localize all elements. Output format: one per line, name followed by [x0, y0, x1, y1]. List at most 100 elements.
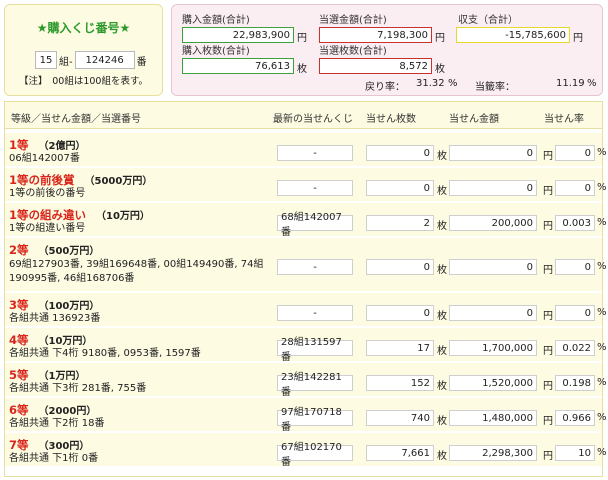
rate-unit: %: [597, 447, 607, 458]
prize-name: 1等の組み違い: [9, 208, 87, 222]
amount-cell: 0: [449, 145, 537, 161]
return-rate-label: 戻り率：: [365, 82, 405, 93]
win-rate-value: 11.19: [556, 78, 585, 89]
winning-numbers: 1等の前後の番号: [9, 188, 86, 199]
purchase-amount-label: 購入金額(合計): [182, 15, 250, 26]
rate-cell: 0.198: [555, 375, 595, 391]
table-row: 6等 （2000円） 各組共通 下2桁 18番 97組170718番 740 枚 …: [5, 398, 607, 433]
amount-unit: 円: [543, 451, 553, 462]
purchase-amount-unit: 円: [297, 33, 307, 44]
amount-cell: 0: [449, 180, 537, 196]
header-rate: 当せん率: [544, 114, 584, 125]
count-unit: 枚: [437, 265, 447, 276]
latest-cell: 67組102170番: [277, 442, 353, 468]
count-cell: 0: [366, 259, 434, 275]
rate-cell: 0.966: [555, 410, 595, 426]
prize-title: 5等 （1万円）: [9, 367, 85, 383]
count-cell: 17: [366, 340, 434, 356]
count-cell: 0: [366, 305, 434, 321]
count-unit: 枚: [437, 346, 447, 357]
winning-numbers: 各組共通 136923番: [9, 313, 101, 324]
prize-amount: （10万円）: [38, 336, 93, 347]
amount-unit: 円: [543, 186, 553, 197]
table-row: 5等 （1万円） 各組共通 下3桁 281番, 755番 23組142281番 1…: [5, 363, 607, 398]
prize-title: 2等 （500万円）: [9, 242, 99, 258]
ticket-number-input[interactable]: 124246: [74, 51, 135, 69]
prize-amount: （100万円）: [38, 301, 100, 312]
prize-name: 5等: [9, 368, 29, 382]
purchase-amount-field: 22,983,900: [182, 27, 294, 43]
purchase-count-unit: 枚: [297, 64, 307, 75]
balance-field: -15,785,600: [456, 27, 570, 43]
win-amount-unit: 円: [435, 33, 445, 44]
prize-title: 7等 （300円）: [9, 437, 89, 453]
prize-name: 3等: [9, 298, 29, 312]
latest-cell: 28組131597番: [277, 337, 353, 363]
prize-name: 2等: [9, 243, 29, 257]
amount-cell: 0: [449, 259, 537, 275]
purchase-number-row: 15 組- 124246 番: [35, 51, 149, 69]
purchase-panel: ★購入くじ番号★ 15 組- 124246 番 【注】 00組は100組を表す。: [4, 4, 163, 96]
prize-amount: （500万円）: [38, 246, 100, 257]
results-table: 等級／当せん金額／当選番号 最新の当せんくじ 当せん枚数 当せん金額 当せん率 …: [4, 101, 607, 477]
header-latest: 最新の当せんくじ: [273, 114, 353, 125]
amount-unit: 円: [543, 416, 553, 427]
count-unit: 枚: [437, 221, 447, 232]
count-cell: 152: [366, 375, 434, 391]
count-unit: 枚: [437, 186, 447, 197]
rate-unit: %: [597, 307, 607, 318]
table-row: 1等の前後賞 （5000万円） 1等の前後の番号 - 0 枚 0 0 % 円: [5, 168, 607, 202]
amount-cell: 200,000: [449, 215, 537, 231]
header-prize: 等級／当せん金額／当選番号: [11, 114, 141, 125]
purchase-count-label: 購入枚数(合計): [182, 46, 250, 57]
header-count: 当せん枚数: [366, 114, 416, 125]
count-unit: 枚: [437, 311, 447, 322]
count-cell: 0: [366, 180, 434, 196]
count-cell: 0: [366, 145, 434, 161]
latest-cell: -: [277, 305, 353, 321]
rate-unit: %: [597, 147, 607, 158]
winning-numbers: 69組127903番, 39組169648番, 00組149490番, 74組1…: [9, 259, 264, 284]
balance-label: 収支（合計）: [458, 15, 518, 26]
header-amount: 当せん金額: [449, 114, 499, 125]
count-cell: 740: [366, 410, 434, 426]
win-count-field: 8,572: [319, 58, 432, 74]
table-row: 2等 （500万円） 69組127903番, 39組169648番, 00組149…: [5, 238, 607, 292]
prize-name: 7等: [9, 438, 29, 452]
rate-unit: %: [597, 182, 607, 193]
prize-title: 6等 （2000円）: [9, 402, 96, 418]
table-row: 7等 （300円） 各組共通 下1桁 0番 67組102170番 7,661 枚 …: [5, 433, 607, 468]
balance-unit: 円: [573, 33, 583, 44]
win-rate-unit: %: [587, 78, 597, 89]
amount-unit: 円: [543, 221, 553, 232]
rate-cell: 0: [555, 145, 595, 161]
win-count-unit: 枚: [435, 64, 445, 75]
amount-unit: 円: [543, 311, 553, 322]
prize-title: 4等 （10万円）: [9, 332, 92, 348]
amount-cell: 1,480,000: [449, 410, 537, 426]
purchase-title: ★購入くじ番号★: [36, 21, 131, 35]
rate-cell: 0: [555, 180, 595, 196]
set-number-input[interactable]: 15: [35, 51, 57, 69]
prize-amount: （2000円）: [38, 406, 97, 417]
amount-unit: 円: [543, 381, 553, 392]
win-rate-label: 当籤率：: [475, 82, 515, 93]
set-suffix: 組-: [59, 56, 73, 68]
number-suffix: 番: [136, 56, 147, 68]
rate-cell: 10: [555, 445, 595, 461]
winning-numbers: 各組共通 下1桁 0番: [9, 453, 99, 464]
amount-unit: 円: [543, 151, 553, 162]
prize-name: 1等の前後賞: [9, 173, 75, 187]
count-unit: 枚: [437, 416, 447, 427]
prize-name: 4等: [9, 333, 29, 347]
return-rate-unit: %: [448, 78, 458, 89]
win-amount-label: 当選金額(合計): [319, 15, 387, 26]
table-row: 3等 （100万円） 各組共通 136923番 - 0 枚 0 0 % 円: [5, 293, 607, 327]
rate-unit: %: [597, 342, 607, 353]
prize-amount: （2億円）: [38, 141, 86, 152]
count-unit: 枚: [437, 451, 447, 462]
purchase-count-field: 76,613: [182, 58, 294, 74]
amount-cell: 1,520,000: [449, 375, 537, 391]
win-amount-field: 7,198,300: [319, 27, 432, 43]
rate-cell: 0: [555, 259, 595, 275]
